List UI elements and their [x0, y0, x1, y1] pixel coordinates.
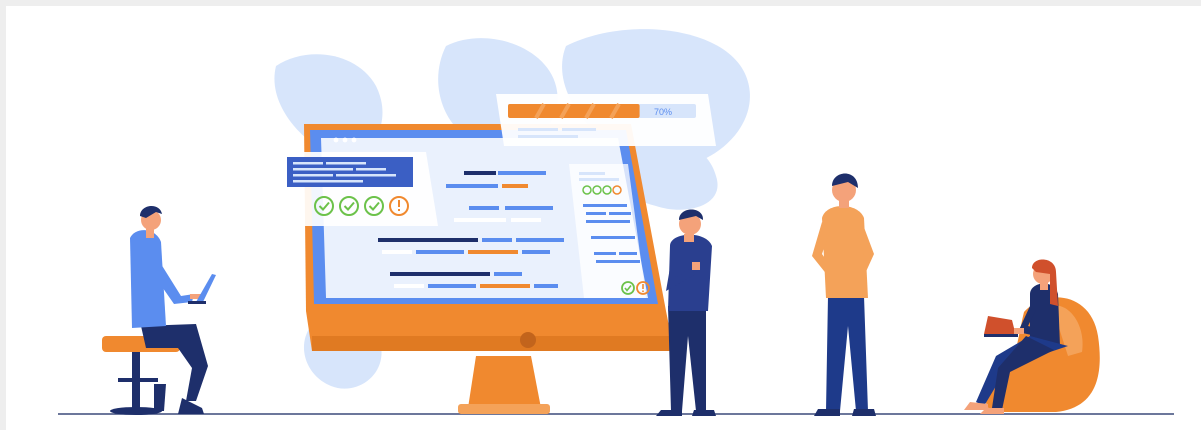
illustration-svg: 70%: [58, 29, 1174, 416]
power-button: [520, 332, 536, 348]
floating-progress-card: 70%: [496, 94, 716, 146]
person-standing: [812, 173, 876, 416]
laptop: [984, 316, 1016, 336]
floating-checklist-card: [282, 152, 438, 226]
progress-label: 70%: [654, 107, 672, 117]
illustration-frame: 70%: [6, 6, 1201, 430]
monitor-stand: [458, 356, 550, 414]
person-on-beanbag: [964, 259, 1100, 414]
person-on-stool: [102, 205, 216, 415]
